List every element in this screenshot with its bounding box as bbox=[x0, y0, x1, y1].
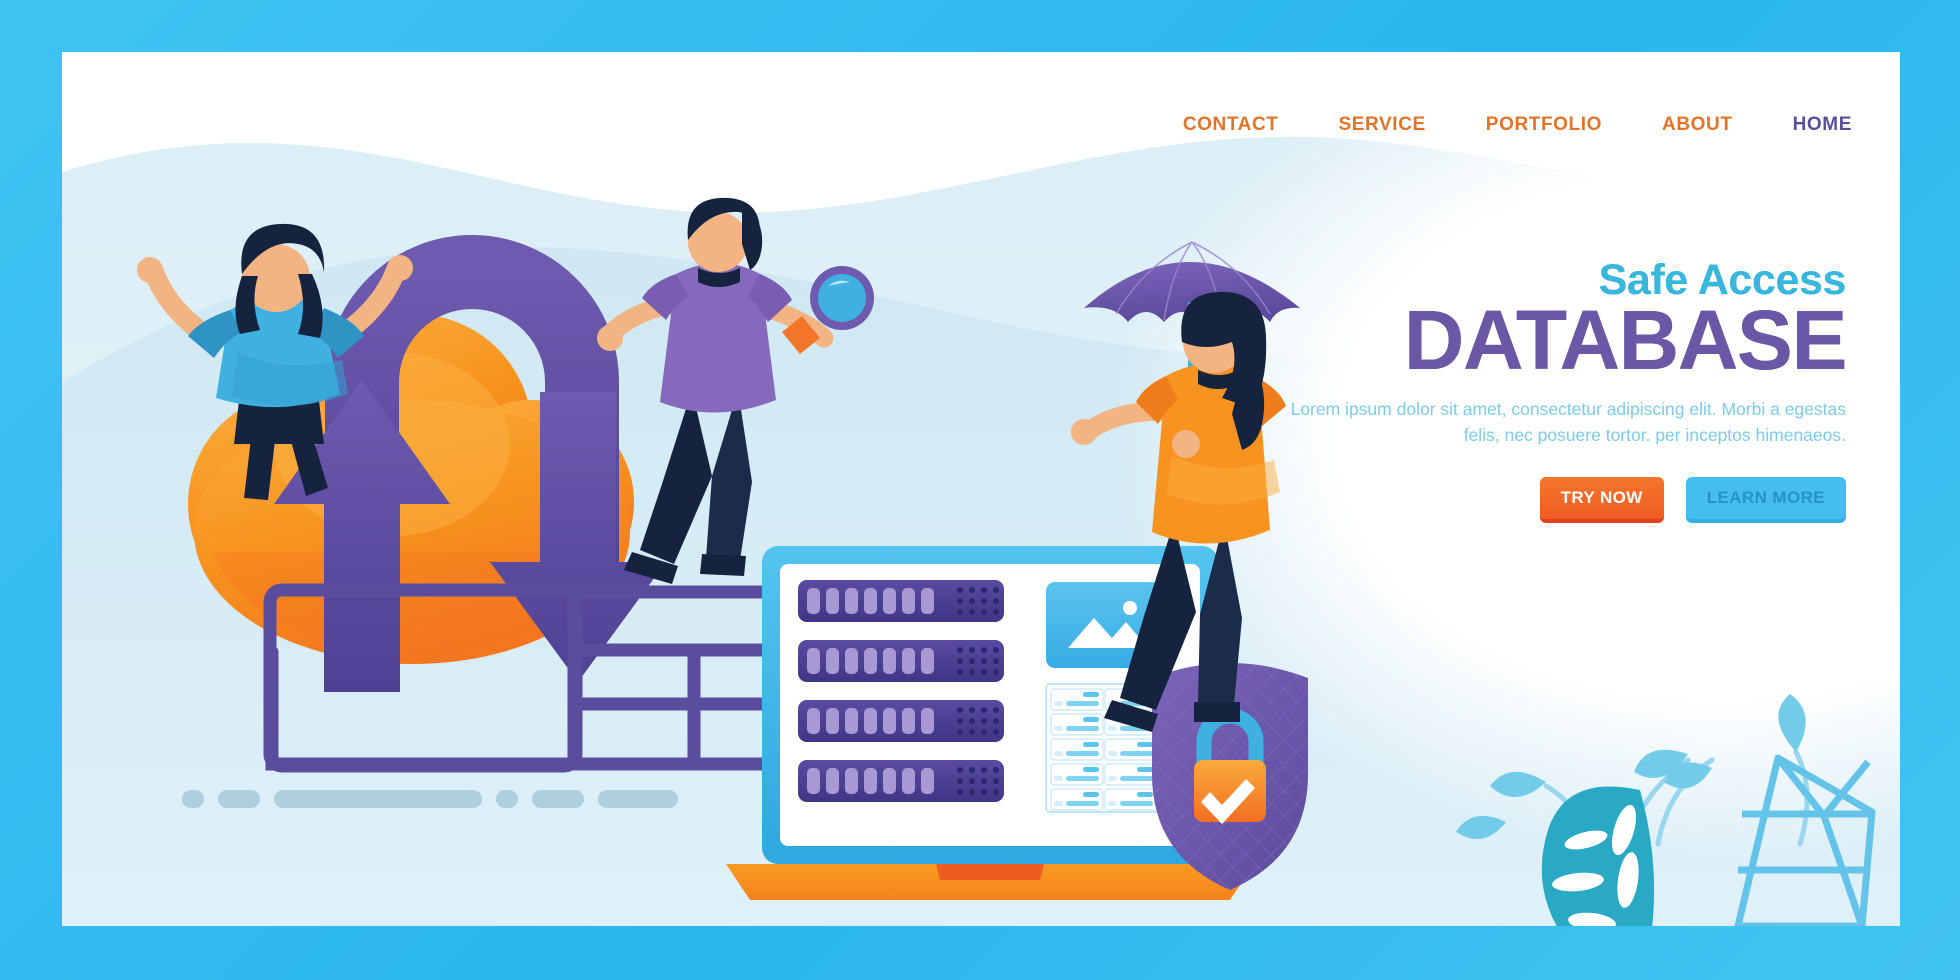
learn-more-button[interactable]: LEARN MORE bbox=[1685, 476, 1846, 519]
nav-item-contact[interactable]: CONTACT bbox=[1183, 114, 1279, 136]
landing-card: CONTACT SERVICE PORTFOLIO ABOUT HOME Saf… bbox=[62, 52, 1900, 926]
server-rack bbox=[798, 640, 1004, 682]
server-rack bbox=[798, 760, 1004, 802]
page-frame: CONTACT SERVICE PORTFOLIO ABOUT HOME Saf… bbox=[0, 0, 1960, 980]
hero-description: Lorem ipsum dolor sit amet, consectetur … bbox=[1290, 399, 1846, 445]
hero-cta-group: TRY NOW LEARN MORE bbox=[1286, 476, 1846, 519]
decorative-plant bbox=[1456, 694, 1876, 926]
character-man-with-magnifier bbox=[597, 197, 874, 584]
nav-item-home[interactable]: HOME bbox=[1793, 114, 1852, 136]
server-rack bbox=[798, 700, 1004, 742]
nav-item-portfolio[interactable]: PORTFOLIO bbox=[1486, 114, 1602, 136]
try-now-button[interactable]: TRY NOW bbox=[1539, 476, 1664, 519]
hero-section: Safe Access DATABASE Lorem ipsum dolor s… bbox=[1286, 257, 1848, 519]
server-rack bbox=[798, 580, 1004, 622]
nav-item-about[interactable]: ABOUT bbox=[1662, 114, 1733, 136]
nav-item-service[interactable]: SERVICE bbox=[1339, 114, 1426, 136]
page-title: DATABASE bbox=[1286, 298, 1848, 382]
main-navigation: CONTACT SERVICE PORTFOLIO ABOUT HOME bbox=[1183, 114, 1852, 136]
laptop-trackpad bbox=[936, 864, 1044, 880]
